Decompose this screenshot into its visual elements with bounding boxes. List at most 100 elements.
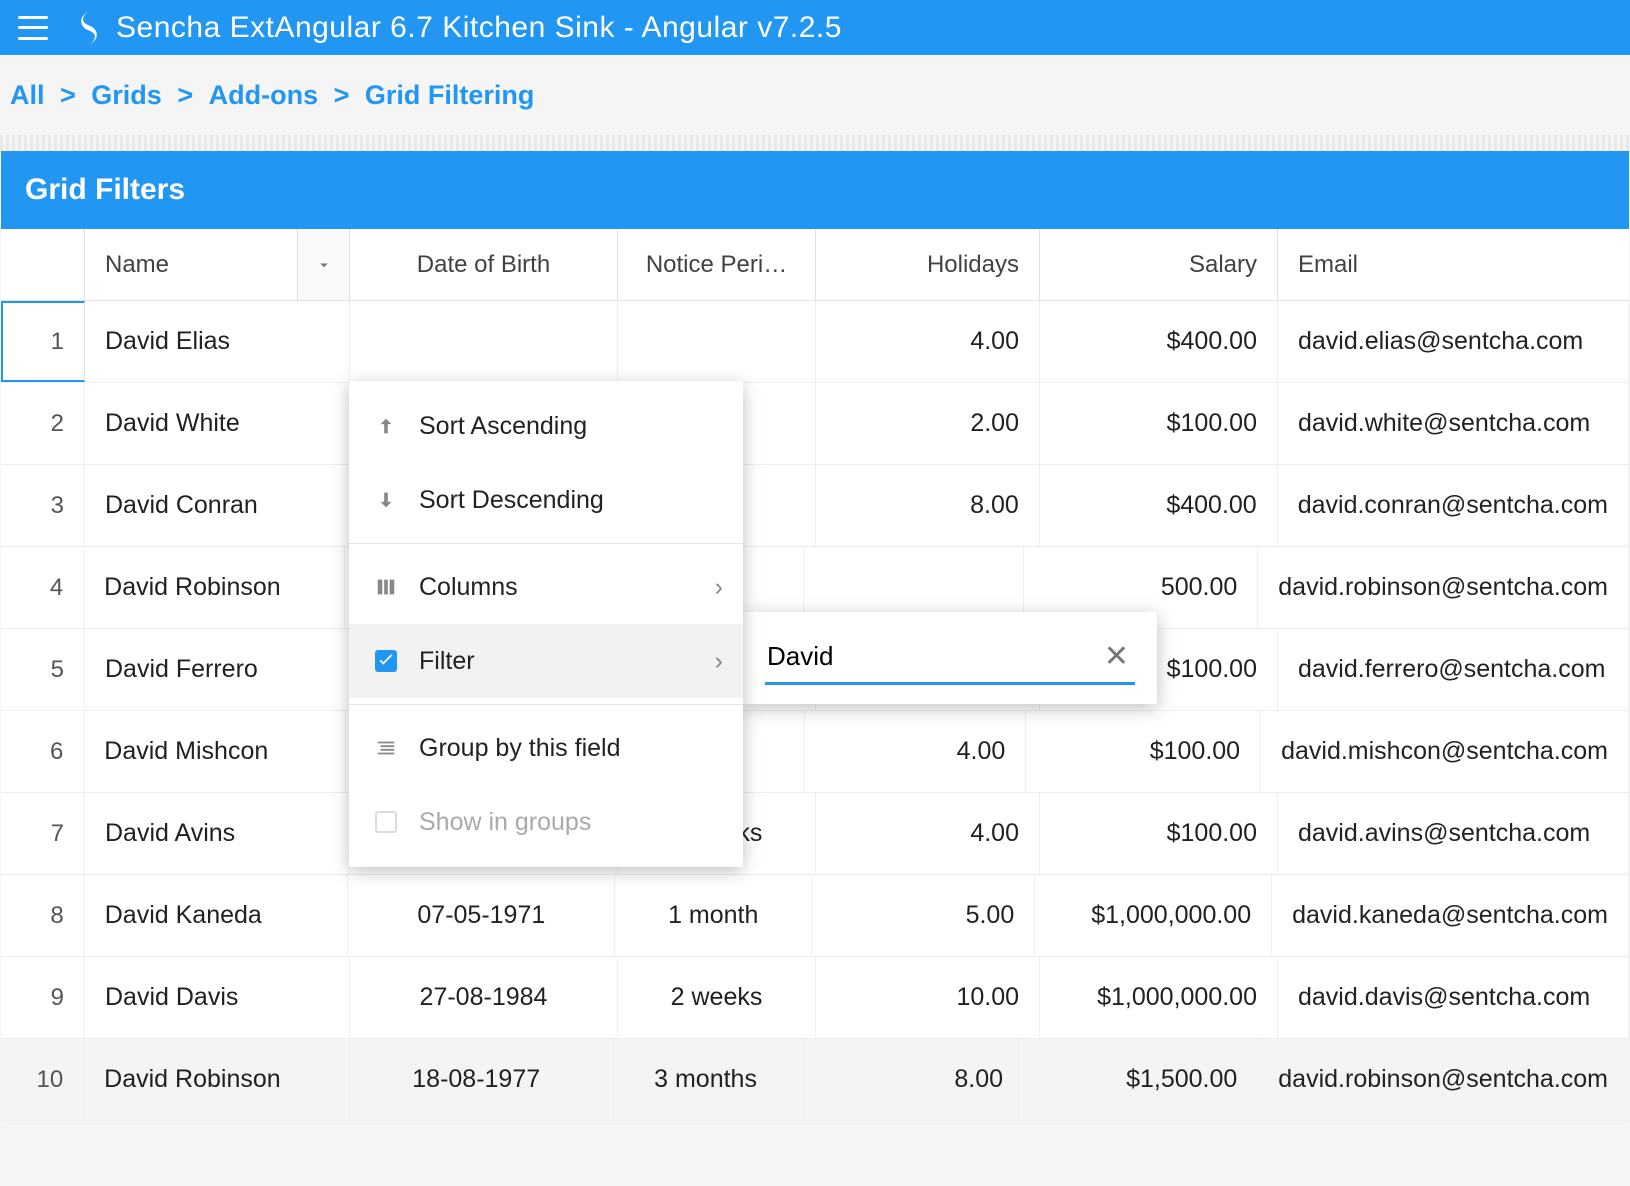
holidays-cell: 5.00 — [812, 875, 1035, 956]
email-cell: david.robinson@sentcha.com — [1258, 547, 1629, 628]
salary-cell: $400.00 — [1040, 301, 1278, 382]
salary-cell: $100.00 — [1026, 711, 1261, 792]
holidays-cell: 10.00 — [816, 957, 1040, 1038]
column-header-name[interactable]: Name — [85, 229, 350, 300]
menu-label: Show in groups — [419, 808, 591, 837]
chevron-right-icon: › — [715, 647, 723, 676]
name-cell: David Elias — [85, 301, 350, 382]
row-number-cell: 8 — [1, 875, 85, 956]
columns-icon — [375, 576, 419, 598]
table-row[interactable]: 1David Elias 4.00$400.00david.elias@sentc… — [1, 301, 1629, 383]
menu-separator — [349, 543, 743, 544]
breadcrumb-item-all[interactable]: All — [8, 80, 47, 111]
name-cell: David Mishcon — [84, 711, 345, 792]
chevron-right-icon: > — [164, 80, 207, 111]
menu-sort-ascending[interactable]: Sort Ascending — [349, 389, 743, 463]
table-row[interactable]: 6David Mishcon 4.00$100.00david.mishcon@s… — [1, 711, 1629, 793]
holidays-cell: 8.00 — [804, 1039, 1025, 1120]
menu-group-by-field[interactable]: Group by this field — [349, 711, 743, 785]
table-row[interactable]: 9David Davis27-08-19842 weeks10.00$1,000… — [1, 957, 1629, 1039]
menu-columns[interactable]: Columns › — [349, 550, 743, 624]
app-bar: Sencha ExtAngular 6.7 Kitchen Sink - Ang… — [0, 0, 1630, 55]
name-cell: David Robinson — [84, 1039, 345, 1120]
chevron-right-icon: > — [47, 80, 90, 111]
table-row[interactable]: 8David Kaneda07-05-19711 month5.00$1,000… — [1, 875, 1629, 957]
row-number-cell: 10 — [1, 1039, 84, 1120]
column-label: Notice Peri… — [646, 251, 787, 279]
breadcrumb-item-grids[interactable]: Grids — [89, 80, 164, 111]
chevron-right-icon: › — [715, 573, 723, 602]
email-cell: david.conran@sentcha.com — [1278, 465, 1629, 546]
menu-show-in-groups: Show in groups — [349, 785, 743, 859]
salary-cell: $100.00 — [1040, 793, 1278, 874]
name-cell: David Robinson — [84, 547, 345, 628]
holidays-cell: 4.00 — [816, 301, 1040, 382]
column-header-dob[interactable]: Date of Birth — [350, 229, 618, 300]
row-number-cell: 7 — [1, 793, 85, 874]
table-row[interactable]: 3David Conran 8.00$400.00david.conran@sen… — [1, 465, 1629, 547]
menu-label: Columns — [419, 573, 518, 602]
column-label: Name — [105, 251, 169, 279]
table-row[interactable]: 7David Avins27-01-19702 weeks4.00$100.00… — [1, 793, 1629, 875]
app-title: Sencha ExtAngular 6.7 Kitchen Sink - Ang… — [116, 11, 842, 45]
chevron-right-icon: > — [320, 80, 363, 111]
row-number-cell: 9 — [1, 957, 85, 1038]
column-header-salary[interactable]: Salary — [1040, 229, 1278, 300]
table-row[interactable]: 10David Robinson18-08-19773 months8.00$1… — [1, 1039, 1629, 1121]
email-cell: david.white@sentcha.com — [1278, 383, 1629, 464]
salary-cell: $1,000,000.00 — [1040, 957, 1278, 1038]
column-label: Email — [1298, 251, 1358, 279]
notice-cell: 3 months — [609, 1039, 804, 1120]
column-menu-trigger[interactable] — [297, 229, 349, 300]
holidays-cell: 8.00 — [816, 465, 1040, 546]
email-cell: david.davis@sentcha.com — [1278, 957, 1629, 1038]
notice-cell: 2 weeks — [618, 957, 816, 1038]
name-cell: David Kaneda — [85, 875, 349, 956]
holidays-cell: 4.00 — [805, 711, 1026, 792]
sencha-logo-icon — [76, 11, 102, 45]
clear-icon[interactable]: ✕ — [1104, 639, 1129, 674]
name-cell: David Avins — [85, 793, 350, 874]
menu-label: Sort Ascending — [419, 412, 587, 441]
email-cell: david.robinson@sentcha.com — [1258, 1039, 1629, 1120]
name-cell: David Ferrero — [85, 629, 350, 710]
salary-cell: $1,500.00 — [1024, 1039, 1258, 1120]
column-header-email[interactable]: Email — [1278, 229, 1629, 300]
filter-input[interactable] — [765, 631, 1135, 685]
email-cell: david.mishcon@sentcha.com — [1261, 711, 1629, 792]
chevron-down-icon — [315, 256, 333, 274]
menu-label: Sort Descending — [419, 486, 604, 515]
group-icon — [375, 737, 419, 759]
column-header-notice[interactable]: Notice Peri… — [618, 229, 816, 300]
menu-sort-descending[interactable]: Sort Descending — [349, 463, 743, 537]
row-number-cell: 2 — [1, 383, 85, 464]
breadcrumb-item-addons[interactable]: Add-ons — [207, 80, 320, 111]
menu-label: Filter — [419, 647, 475, 676]
row-number-header[interactable] — [1, 229, 85, 300]
salary-cell: $400.00 — [1040, 465, 1278, 546]
menu-filter[interactable]: Filter › — [349, 624, 743, 698]
email-cell: david.elias@sentcha.com — [1278, 301, 1629, 382]
column-context-menu: Sort Ascending Sort Descending Columns ›… — [349, 381, 743, 867]
name-cell: David Davis — [85, 957, 350, 1038]
breadcrumb-item-filtering[interactable]: Grid Filtering — [363, 80, 537, 111]
grid-header-row: Name Date of Birth Notice Peri… Holidays… — [1, 229, 1629, 301]
name-cell: David White — [85, 383, 350, 464]
checkbox-empty-icon — [375, 811, 419, 833]
row-number-cell: 1 — [1, 301, 85, 382]
table-row[interactable]: 2David White2.00$100.00david.white@sentc… — [1, 383, 1629, 465]
dob-cell — [350, 301, 618, 382]
menu-icon[interactable] — [18, 16, 48, 40]
holidays-cell: 2.00 — [816, 383, 1040, 464]
email-cell: david.ferrero@sentcha.com — [1278, 629, 1629, 710]
row-number-cell: 3 — [1, 465, 85, 546]
filter-flyout: ✕ — [743, 612, 1157, 704]
column-header-holidays[interactable]: Holidays — [816, 229, 1040, 300]
name-cell: David Conran — [85, 465, 350, 546]
row-number-cell: 6 — [1, 711, 84, 792]
divider — [0, 135, 1630, 151]
menu-label: Group by this field — [419, 734, 621, 763]
dob-cell: 18-08-1977 — [345, 1039, 609, 1120]
email-cell: david.avins@sentcha.com — [1278, 793, 1629, 874]
arrow-down-icon — [375, 489, 419, 511]
